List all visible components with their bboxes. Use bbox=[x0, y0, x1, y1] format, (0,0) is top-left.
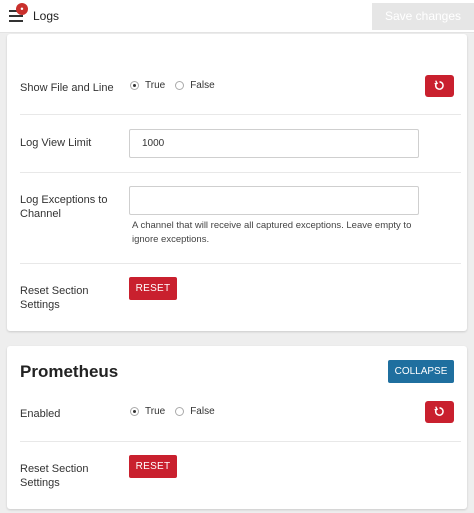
notification-badge: • bbox=[16, 3, 28, 15]
enabled-radio-group: True False bbox=[130, 406, 225, 417]
log-exceptions-help-text: A channel that will receive all captured… bbox=[132, 220, 412, 245]
show-file-line-reset-button[interactable] bbox=[425, 75, 454, 97]
collapse-button[interactable]: COLLAPSE bbox=[388, 360, 454, 383]
reset-section-button[interactable]: RESET bbox=[129, 455, 177, 478]
log-view-limit-label: Log View Limit bbox=[20, 137, 92, 149]
section-title: Prometheus bbox=[20, 362, 119, 381]
enabled-true-radio[interactable] bbox=[130, 407, 139, 416]
radio-label-false: False bbox=[190, 406, 215, 417]
divider bbox=[20, 441, 461, 442]
prometheus-card: Prometheus COLLAPSE Enabled True False R… bbox=[7, 346, 467, 509]
undo-icon bbox=[434, 406, 444, 416]
show-file-line-radio-group: True False bbox=[130, 80, 225, 91]
show-file-line-true-radio[interactable] bbox=[130, 81, 139, 90]
top-bar: • Logs Save changes bbox=[0, 0, 474, 33]
divider bbox=[20, 114, 461, 115]
divider bbox=[20, 263, 461, 264]
radio-label-true: True bbox=[145, 80, 166, 91]
show-file-line-label: Show File and Line bbox=[20, 82, 114, 94]
divider bbox=[20, 172, 461, 173]
reset-section-label: Reset Section Settings bbox=[20, 463, 89, 489]
log-view-limit-input[interactable]: 1000 bbox=[129, 129, 419, 158]
log-exceptions-label: Log Exceptions to Channel bbox=[20, 194, 108, 220]
radio-label-true: True bbox=[145, 406, 166, 417]
log-exceptions-channel-input[interactable] bbox=[129, 186, 419, 215]
enabled-false-radio[interactable] bbox=[175, 407, 185, 416]
save-changes-button[interactable]: Save changes bbox=[372, 3, 474, 30]
enabled-reset-button[interactable] bbox=[425, 401, 454, 423]
radio-label-false: False bbox=[190, 80, 215, 91]
enabled-label: Enabled bbox=[20, 408, 61, 420]
reset-section-label: Reset Section Settings bbox=[20, 285, 89, 311]
logs-settings-card: Show File and Line True False Log View L… bbox=[7, 34, 467, 331]
page-title: Logs bbox=[33, 9, 60, 23]
undo-icon bbox=[434, 80, 444, 90]
show-file-line-false-radio[interactable] bbox=[175, 81, 185, 90]
reset-section-button[interactable]: RESET bbox=[129, 277, 177, 300]
